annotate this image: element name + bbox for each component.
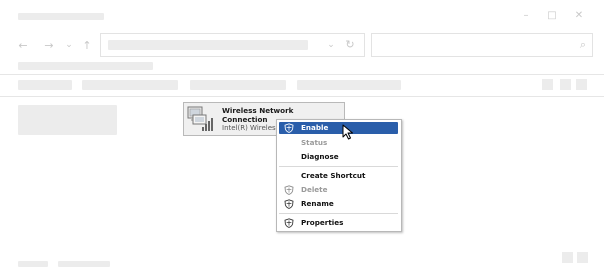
menu-item-diagnose[interactable]: Diagnose (279, 151, 398, 163)
address-dropdown-icon[interactable]: ⌄ (325, 39, 337, 51)
address-bar[interactable]: ⌄ ↻ (100, 33, 365, 57)
menu-item-delete[interactable]: Delete (279, 184, 398, 196)
close-button[interactable]: ✕ (572, 10, 586, 22)
network-adapter-icon (187, 106, 213, 131)
details-view-button[interactable] (562, 252, 573, 263)
navigation-pane-placeholder (18, 105, 117, 135)
menu-item-label: Create Shortcut (301, 171, 366, 180)
refresh-icon[interactable]: ↻ (344, 39, 356, 51)
toolbar-button-c[interactable] (576, 79, 587, 90)
menu-item-label: Status (301, 138, 328, 147)
shield-icon (284, 123, 294, 133)
search-icon: ⌕ (579, 38, 587, 51)
minimize-button[interactable]: – (519, 10, 533, 22)
up-icon[interactable]: ↑ (81, 40, 93, 52)
toolbar-divider-top (0, 74, 604, 75)
menu-item-label: Properties (301, 218, 344, 227)
menu-item-label: Rename (301, 199, 334, 208)
mouse-cursor-icon (342, 124, 353, 140)
breadcrumb-placeholder (18, 62, 153, 70)
menu-item-create-shortcut[interactable]: Create Shortcut (279, 170, 398, 182)
large-icons-view-button[interactable] (577, 252, 588, 263)
address-path-placeholder (108, 40, 308, 50)
menu-item-label: Enable (301, 123, 329, 132)
menu-item-properties[interactable]: Properties (279, 217, 398, 229)
menu-separator (279, 166, 398, 167)
maximize-button[interactable]: □ (545, 10, 559, 22)
forward-icon[interactable]: → (43, 40, 55, 52)
status-selection-placeholder (58, 261, 110, 267)
back-icon[interactable]: ← (17, 40, 29, 52)
network-name-line-2: Connection (222, 115, 268, 124)
toolbar-button-a[interactable] (542, 79, 553, 90)
menu-item-status[interactable]: Status (279, 137, 398, 149)
toolbar-button-b[interactable] (560, 79, 571, 90)
menu-item-label: Delete (301, 185, 328, 194)
toolbar-item-4[interactable] (297, 80, 401, 90)
menu-separator (279, 213, 398, 214)
network-device-name: Intel(R) Wireless (222, 124, 280, 132)
toolbar-item-1[interactable] (18, 80, 72, 90)
search-box[interactable]: ⌕ (371, 33, 593, 57)
shield-icon (284, 218, 294, 228)
toolbar-item-3[interactable] (190, 80, 286, 90)
network-name-line-1: Wireless Network (222, 106, 294, 115)
toolbar-divider-bottom (0, 96, 604, 97)
menu-item-enable[interactable]: Enable (279, 122, 398, 134)
toolbar-item-2[interactable] (82, 80, 178, 90)
window-title-placeholder (18, 13, 104, 20)
menu-item-label: Diagnose (301, 152, 339, 161)
context-menu: Enable Status Diagnose Create Shortcut D… (276, 119, 402, 232)
recent-locations-icon[interactable]: ⌄ (63, 39, 75, 51)
menu-item-rename[interactable]: Rename (279, 198, 398, 210)
shield-icon (284, 199, 294, 209)
shield-icon (284, 185, 294, 195)
status-item-count-placeholder (18, 261, 48, 267)
